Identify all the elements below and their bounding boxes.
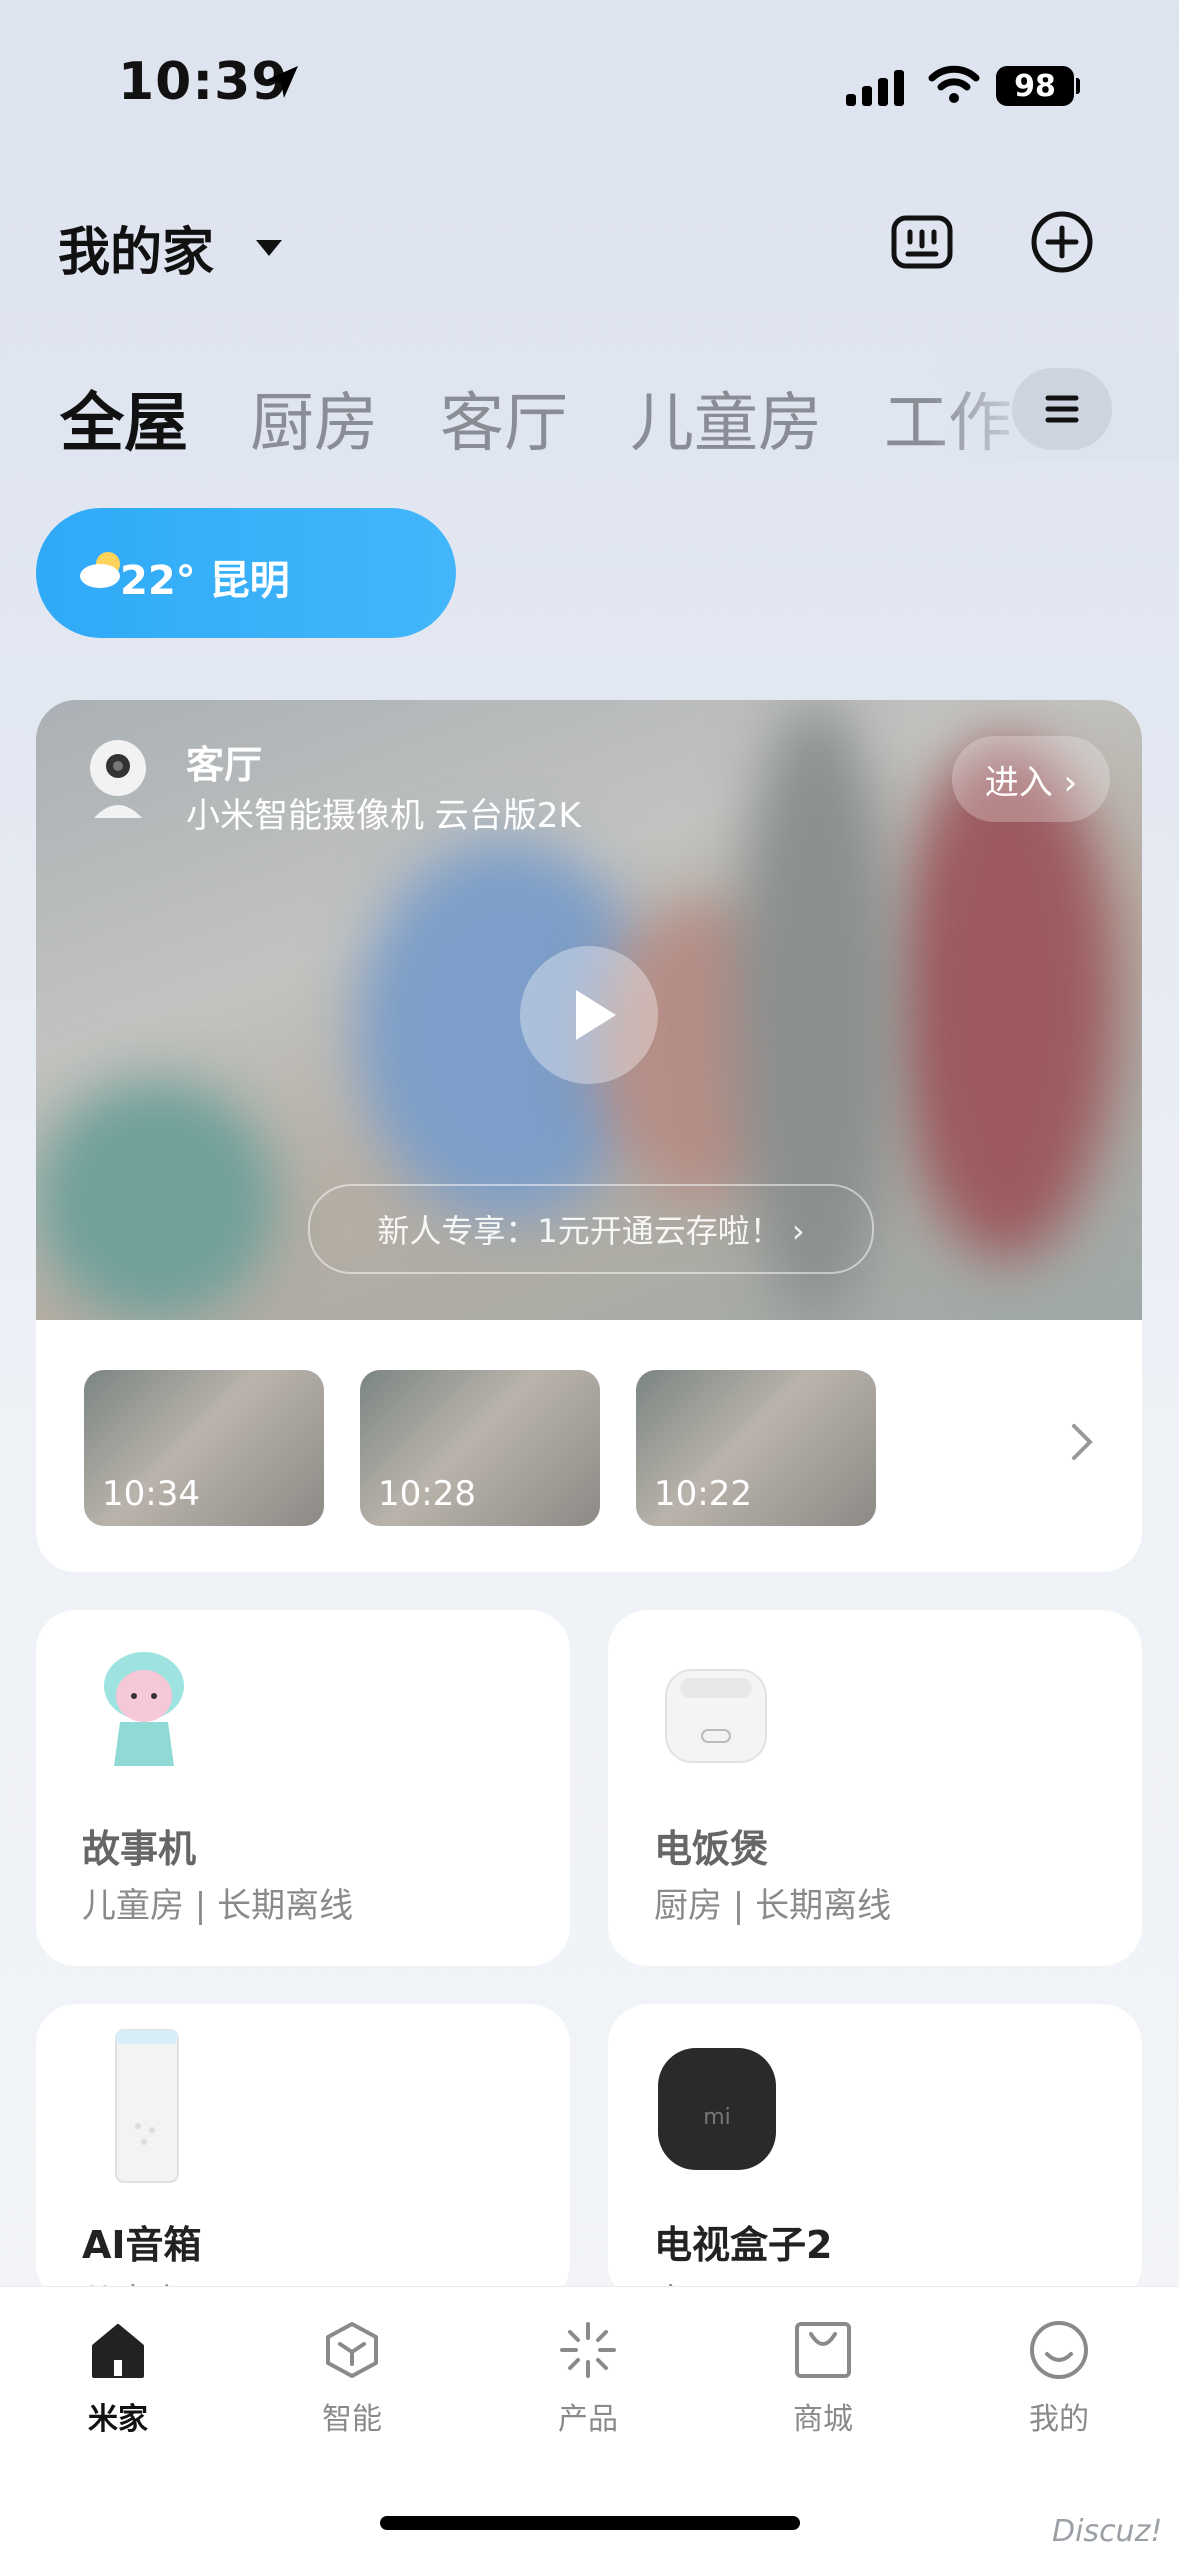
- camera-card[interactable]: 客厅 小米智能摄像机 云台版2K 进入 › 新人专享：1元开通云存啦！ › 10…: [36, 700, 1142, 1572]
- device-card-story-machine[interactable]: 故事机 儿童房 | 长期离线: [36, 1610, 570, 1966]
- home-icon: [92, 2324, 144, 2378]
- svg-text:mi: mi: [703, 2105, 731, 2130]
- clip-time: 10:22: [654, 1474, 752, 1514]
- caret-down-icon[interactable]: [254, 238, 284, 258]
- clip-time: 10:28: [378, 1474, 476, 1514]
- device-card-rice-cooker[interactable]: 电饭煲 厨房 | 长期离线: [608, 1610, 1142, 1966]
- device-name: AI音箱: [82, 2223, 202, 2267]
- tab-whole-house[interactable]: 全屋: [60, 372, 188, 464]
- clip-thumbnail[interactable]: 10:34: [84, 1370, 324, 1526]
- location-arrow-icon: [266, 66, 298, 98]
- nav-label: 我的: [1029, 2402, 1089, 2437]
- nav-mijia[interactable]: 米家: [43, 2318, 193, 2438]
- weather-text: 22° 昆明: [120, 558, 290, 604]
- add-device-icon[interactable]: [1028, 208, 1096, 276]
- home-selector[interactable]: 我的家: [58, 210, 214, 285]
- device-card-ai-speaker[interactable]: AI音箱 儿童房: [36, 2004, 570, 2322]
- cube-icon: [326, 2322, 378, 2378]
- sparkle-icon: [560, 2322, 616, 2378]
- play-button[interactable]: [520, 946, 658, 1084]
- ai-speaker-icon: [115, 2029, 179, 2183]
- smile-icon: [1030, 2321, 1088, 2379]
- room-tabs: 全屋 厨房 客厅 儿童房 工作: [60, 372, 1074, 464]
- home-indicator[interactable]: [380, 2516, 800, 2530]
- tab-kitchen[interactable]: 厨房: [250, 372, 378, 464]
- nav-label: 米家: [88, 2402, 148, 2437]
- cellular-signal-icon: [846, 70, 904, 106]
- device-name: 电饭煲: [654, 1827, 769, 1871]
- nav-smart[interactable]: 智能: [277, 2318, 427, 2438]
- device-name: 故事机: [82, 1827, 197, 1871]
- watermark: Discuz!: [1052, 2514, 1163, 2549]
- story-machine-icon: [104, 1652, 184, 1766]
- rice-cooker-icon: [665, 1669, 767, 1763]
- menu-icon: [1045, 395, 1079, 423]
- nav-label: 商城: [793, 2402, 853, 2437]
- battery-indicator: 98: [996, 66, 1074, 106]
- camera-room: 客厅: [186, 743, 263, 787]
- room-menu-button[interactable]: [1012, 368, 1112, 450]
- tab-living-room[interactable]: 客厅: [440, 372, 568, 464]
- clip-thumbnail[interactable]: 10:22: [636, 1370, 876, 1526]
- device-name: 电视盒子2: [654, 2223, 833, 2267]
- clip-thumbnail[interactable]: 10:28: [360, 1370, 600, 1526]
- bag-icon: [795, 2322, 851, 2378]
- nav-label: 产品: [558, 2402, 618, 2437]
- tab-kids-room[interactable]: 儿童房: [630, 372, 822, 464]
- device-status: 厨房 | 长期离线: [654, 1886, 892, 1926]
- nav-store[interactable]: 商城: [748, 2318, 898, 2438]
- play-icon: [576, 990, 616, 1040]
- chevron-right-icon[interactable]: [1070, 1422, 1094, 1462]
- nav-me[interactable]: 我的: [984, 2318, 1134, 2438]
- battery-cap: [1076, 78, 1080, 94]
- wifi-icon: [928, 65, 980, 103]
- device-status: 儿童房 | 长期离线: [82, 1886, 354, 1926]
- camera-device-name: 小米智能摄像机 云台版2K: [186, 796, 581, 836]
- clip-time: 10:34: [102, 1474, 200, 1514]
- camera-enter-button[interactable]: 进入 ›: [952, 736, 1110, 822]
- widget-board-icon[interactable]: [888, 208, 956, 276]
- cloud-storage-promo[interactable]: 新人专享：1元开通云存啦！ ›: [308, 1184, 874, 1274]
- nav-products[interactable]: 产品: [513, 2318, 663, 2438]
- device-card-tv-box[interactable]: mi 电视盒子2 客厅: [608, 2004, 1142, 2322]
- nav-label: 智能: [322, 2402, 382, 2437]
- camera-device-icon: [90, 740, 146, 818]
- tv-box-icon: mi: [658, 2048, 776, 2170]
